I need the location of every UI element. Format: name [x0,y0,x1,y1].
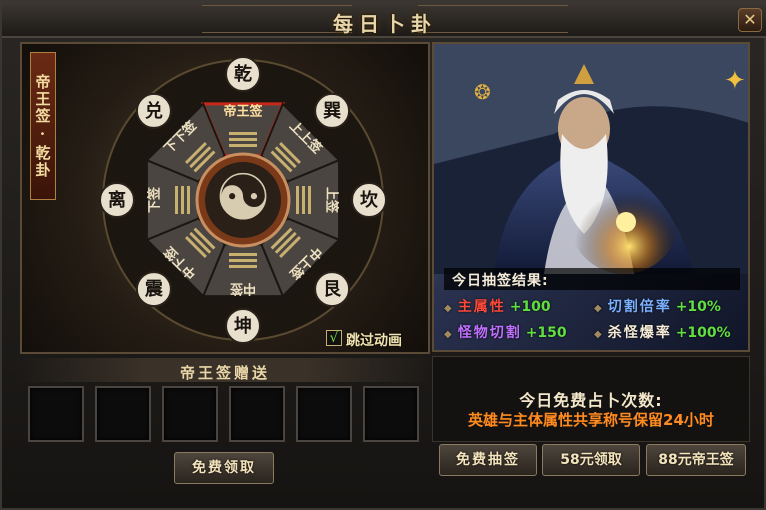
bonus-name: 切割倍率 [607,299,672,315]
trigram-bar [187,186,190,214]
svg-text:✦: ✦ [724,66,746,96]
bonus-value: +100% [675,325,731,341]
trigram-label: 乾 [234,63,252,85]
trigram-medallion: 艮 [314,271,351,308]
trigram-bar [229,138,257,141]
bonus-name: 装备回收 [458,351,522,352]
buy-88-button[interactable]: 88元帝王签 [646,444,746,476]
diamond-bullet-icon: ◆ [594,329,602,340]
gift-title: 帝王签赠送 [179,364,270,382]
bonus-item: ◆装备回收+50% [444,348,571,352]
bonus-name: 主属性 [457,299,506,315]
trigram-medallion: 兑 [135,92,172,129]
free-draws-label: 今日免费占卜次数: [519,391,663,410]
lot-label: 上签 [324,187,340,214]
title-bar: 每日卜卦 ✕ [2,2,766,38]
lot-label: 中签 [229,281,256,297]
bagua-panel: 帝王签·乾卦 帝王签 上上签 上签 中上签 中签 中下签 下签 下下签 ☯ 乾巽坎艮坤震离兑 √ … [20,42,430,354]
window-frame: 每日卜卦 ✕ 帝王签·乾卦 帝王签 上上签 上签 中上签 中签 中下签 下签 下下签 ☯ 乾巽坎艮… [0,0,766,510]
trigram-bar [308,186,311,214]
gift-slot[interactable] [296,386,352,442]
trigram-medallion: 离 [99,182,135,218]
gift-title-bar: 帝王签赠送 [20,358,430,382]
bonus-item: ◆ 切割倍率 +10% [594,296,721,316]
free-draw-button[interactable]: 免费抽签 [439,444,537,476]
trigram-medallion: 震 [135,271,172,308]
trigram-medallion: 巽 [314,92,351,129]
bonus-name: 杀怪爆率 [607,325,672,341]
bonus-value: +100 [509,299,551,315]
sage-portrait: ❂ ✦ [434,44,748,274]
info-box: 今日免费占卜次数: 英雄与主体属性共享称号保留24小时 [432,356,750,442]
trigram-bar [296,186,299,214]
gift-slot[interactable] [95,386,151,442]
diamond-bullet-icon: ◆ [594,303,602,314]
bonus-value: +50% [526,351,571,352]
claim-58-button[interactable]: 58元领取 [542,444,640,476]
free-claim-button[interactable]: 免费领取 [174,452,274,484]
gift-slot[interactable] [28,386,84,442]
trigram-bar [302,186,305,214]
skip-animation-checkbox[interactable]: √ [326,330,342,346]
trigram-label: 兑 [145,100,163,122]
lot-label: 帝王签 [223,104,263,120]
lot-banner: 帝王签·乾卦 [30,52,56,200]
bonus-item: ◆ 怪物切割 +150 [444,322,567,342]
trigram-bar [229,132,257,135]
svg-text:❂: ❂ [474,80,491,104]
trigram-label: 震 [145,279,164,300]
bonus-value: +10% [675,299,721,315]
close-button[interactable]: ✕ [738,8,762,32]
bonus-value: +150 [525,325,567,341]
trigram-bar [229,259,257,262]
trigram-bar [175,186,178,214]
result-label-box: 今日抽签结果: [444,268,740,290]
skip-animation-label[interactable]: 跳过动画 [346,330,402,350]
gift-slot[interactable] [162,386,218,442]
trigram-medallion: 坎 [351,182,387,218]
yin-yang-icon: ☯ [214,162,271,236]
diamond-bullet-icon: ◆ [444,303,452,314]
bonus-item: ◆ 杀怪爆率 +100% [594,322,731,342]
trigram-label: 艮 [323,279,342,300]
trigram-bar [229,265,257,268]
title-notice: 英雄与主体属性共享称号保留24小时 [468,411,714,429]
result-panel: ❂ ✦ 今日抽签结果: ◆ 主属性 +100 ◆ 切割倍率 +10% ◆ 怪物切割 +150 ◆ 杀… [432,42,750,352]
result-label: 今日抽签结果: [452,273,549,289]
bagua-wheel: 帝王签上上签上签中上签中签中下签下签下下签☯乾巽坎艮坤震离兑 [99,56,387,344]
bonus-item: ◆ 主属性 +100 [444,296,551,316]
trigram-bar [229,144,257,147]
trigram-medallion: 坤 [225,308,261,344]
trigram-label: 坤 [234,315,252,337]
trigram-bar [229,253,257,256]
lot-label: 下签 [147,186,163,213]
trigram-medallion: 乾 [225,56,261,92]
trigram-bar [181,186,184,214]
diamond-bullet-icon: ◆ [444,329,452,340]
trigram-label: 坎 [360,189,379,211]
gift-slot[interactable] [363,386,419,442]
trigram-label: 巽 [323,101,341,122]
window-title: 每日卜卦 [333,12,437,36]
bonus-name: 怪物切割 [457,325,522,341]
gift-slot[interactable] [229,386,285,442]
trigram-label: 离 [108,189,126,211]
gift-slots [28,386,424,442]
